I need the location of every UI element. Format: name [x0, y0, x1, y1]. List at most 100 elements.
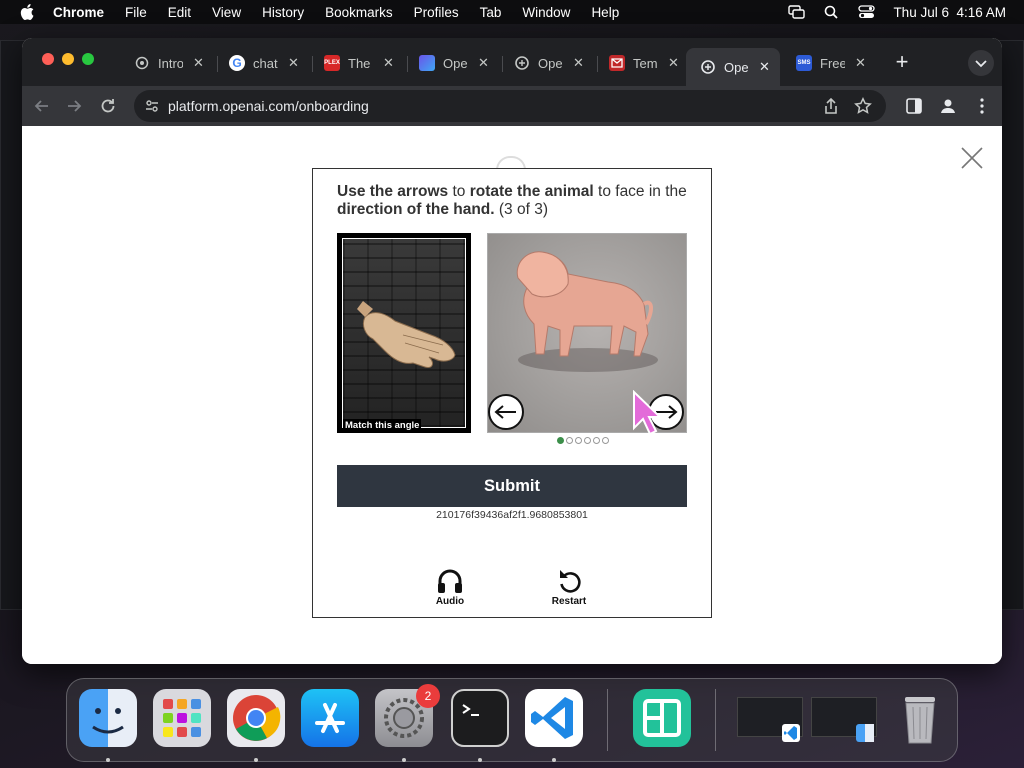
plex-favicon-icon: PLEX: [324, 55, 340, 71]
spotlight-search-icon[interactable]: [823, 5, 840, 19]
menu-bookmarks[interactable]: Bookmarks: [325, 5, 393, 20]
screen-mirroring-icon[interactable]: [788, 5, 806, 19]
side-panel-icon[interactable]: [904, 96, 924, 116]
position-dot: [602, 437, 609, 444]
launchpad-icon[interactable]: [153, 689, 211, 747]
tab-tem[interactable]: Tem ✕: [609, 48, 679, 78]
minimized-window-vscode[interactable]: [737, 697, 803, 742]
tab-close-icon[interactable]: ✕: [668, 55, 679, 71]
google-favicon-icon: G: [229, 55, 245, 71]
tab-label: Ope: [724, 59, 749, 75]
menu-tab[interactable]: Tab: [480, 5, 502, 20]
close-icon[interactable]: [960, 146, 984, 170]
new-tab-button[interactable]: +: [890, 51, 914, 75]
rotate-left-button[interactable]: [488, 394, 524, 430]
back-arrow-icon[interactable]: [32, 96, 52, 116]
tab-close-icon[interactable]: ✕: [288, 55, 299, 71]
tab-ope-active[interactable]: Ope ✕: [686, 48, 780, 86]
chrome-icon[interactable]: [227, 689, 285, 747]
submit-button[interactable]: Submit: [337, 465, 687, 507]
site-info-icon[interactable]: [144, 98, 160, 114]
match-angle-label: Match this angle: [343, 419, 422, 431]
url-text[interactable]: platform.openai.com/onboarding: [168, 98, 369, 114]
menu-file[interactable]: File: [125, 5, 147, 20]
more-menu-icon[interactable]: [972, 96, 992, 116]
profile-icon[interactable]: [938, 96, 958, 116]
audio-label: Audio: [435, 596, 465, 607]
tab-close-icon[interactable]: ✕: [759, 59, 770, 75]
menu-view[interactable]: View: [212, 5, 241, 20]
terminal-icon[interactable]: [451, 689, 509, 747]
tab-free[interactable]: SMS Free ✕: [796, 48, 866, 78]
trash-icon[interactable]: [891, 689, 949, 747]
minimized-window-finder[interactable]: [811, 697, 877, 742]
menu-app-name[interactable]: Chrome: [53, 5, 104, 20]
sms-favicon-icon: SMS: [796, 55, 812, 71]
tab-label: chat: [253, 55, 278, 71]
tab-close-icon[interactable]: ✕: [383, 55, 394, 71]
bookmark-star-icon[interactable]: [854, 97, 872, 115]
minimize-window-button[interactable]: [62, 53, 74, 65]
address-bar[interactable]: platform.openai.com/onboarding: [134, 90, 886, 122]
menu-window[interactable]: Window: [522, 5, 570, 20]
rotation-position-dots: [557, 437, 609, 444]
restart-label: Restart: [551, 596, 587, 607]
reference-hand-image: Match this angle: [337, 233, 471, 433]
dock-running-indicator: [552, 758, 556, 762]
vscode-icon[interactable]: [525, 689, 583, 747]
tab-ope-2[interactable]: Ope ✕: [514, 48, 584, 78]
tab-label: Tem: [633, 55, 658, 71]
mouse-pointer-icon: [633, 390, 662, 436]
instruction-progress: (3 of 3): [494, 201, 549, 218]
temp-mail-favicon-icon: [609, 55, 625, 71]
dock-running-indicator: [106, 758, 110, 762]
green-app-icon[interactable]: [633, 689, 691, 747]
position-dot: [593, 437, 600, 444]
tab-label: Ope: [538, 55, 563, 71]
tab-close-icon[interactable]: ✕: [478, 55, 489, 71]
tab-ope-1[interactable]: Ope ✕: [419, 48, 489, 78]
app-store-icon[interactable]: [301, 689, 359, 747]
tab-separator: [597, 56, 598, 72]
menu-help[interactable]: Help: [591, 5, 619, 20]
reload-icon[interactable]: [98, 96, 118, 116]
notification-badge: 2: [416, 684, 440, 708]
restart-button[interactable]: Restart: [539, 567, 599, 607]
close-window-button[interactable]: [42, 53, 54, 65]
tab-the[interactable]: PLEX The ✕: [324, 48, 394, 78]
share-icon[interactable]: [822, 97, 840, 115]
session-id-text: 210176f39436af2f1.9680853801: [436, 509, 588, 521]
zoom-window-button[interactable]: [82, 53, 94, 65]
tab-close-icon[interactable]: ✕: [855, 55, 866, 71]
menu-profiles[interactable]: Profiles: [414, 5, 459, 20]
apple-icon[interactable]: [20, 4, 34, 20]
control-center-icon[interactable]: [858, 5, 876, 19]
tab-label: Intro: [158, 55, 183, 71]
menu-bar: Chrome File Edit View History Bookmarks …: [0, 0, 1024, 24]
openai-favicon-icon: [514, 55, 530, 71]
tab-label: Free: [820, 55, 845, 71]
tab-search-button[interactable]: [968, 50, 994, 76]
dock-running-indicator: [478, 758, 482, 762]
openai-favicon-icon: [700, 59, 716, 75]
tab-label: The: [348, 55, 371, 71]
audio-button[interactable]: Audio: [420, 567, 480, 607]
tab-close-icon[interactable]: ✕: [573, 55, 584, 71]
menu-edit[interactable]: Edit: [168, 5, 191, 20]
forward-arrow-icon[interactable]: [64, 96, 84, 116]
instruction-bold: Use the arrows: [337, 183, 449, 200]
tab-close-icon[interactable]: ✕: [193, 55, 204, 71]
tab-label: Ope: [443, 55, 468, 71]
instruction-bold: rotate the animal: [469, 183, 594, 200]
tab-intro[interactable]: Intro ✕: [134, 48, 204, 78]
tab-chat[interactable]: G chat ✕: [229, 48, 299, 78]
tab-separator: [312, 56, 313, 72]
menu-history[interactable]: History: [262, 5, 304, 20]
tab-separator: [502, 56, 503, 72]
position-dot: [566, 437, 573, 444]
position-dot: [557, 437, 564, 444]
restart-icon: [560, 570, 581, 593]
menubar-clock[interactable]: Thu Jul 6 4:16 AM: [893, 5, 1006, 20]
wooden-hand-image: [357, 301, 456, 368]
finder-icon[interactable]: [79, 689, 137, 747]
